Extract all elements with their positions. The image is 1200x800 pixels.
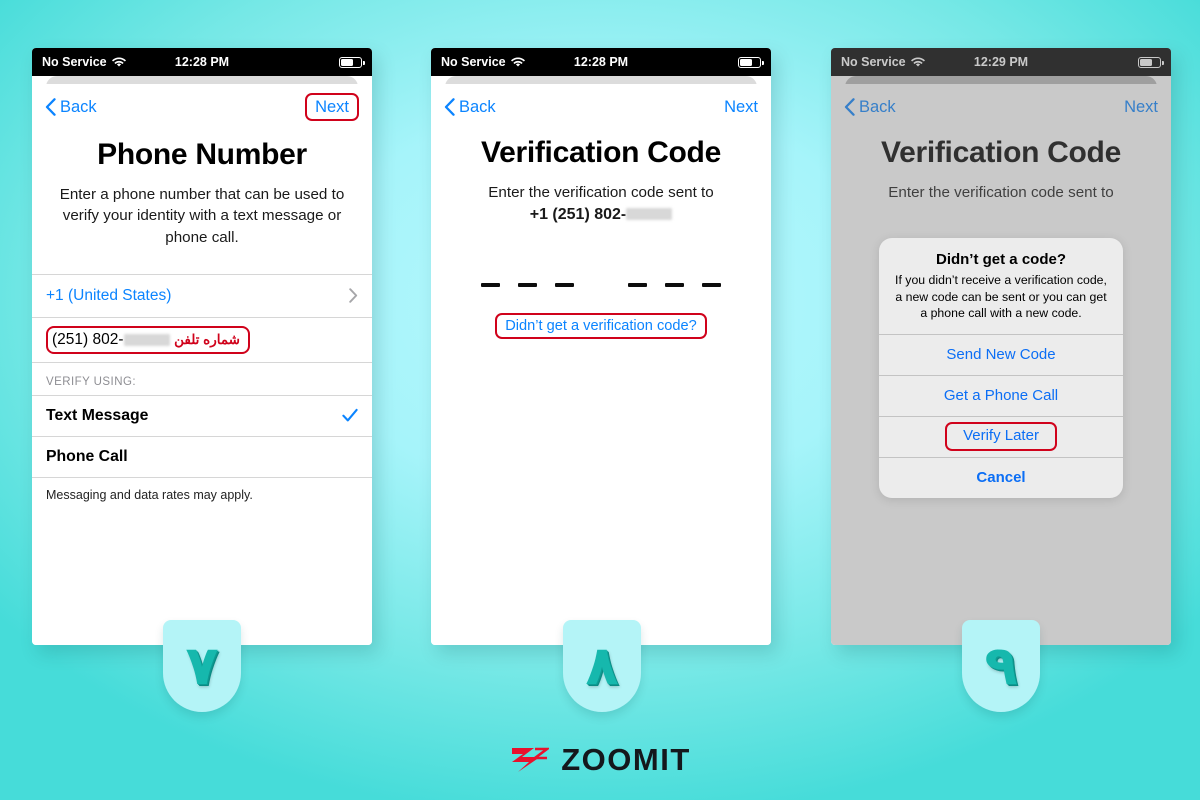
phone-device-1: No Service 12:28 PM Back Next Phone Numb… — [32, 48, 372, 645]
zoomit-z-mark-icon — [512, 747, 550, 772]
code-slot[interactable] — [481, 282, 500, 287]
alert-message: If you didn’t receive a verification cod… — [895, 273, 1107, 321]
step-number: ۹ — [984, 634, 1018, 697]
verify-later-label: Verify Later — [945, 422, 1057, 452]
back-label: Back — [859, 97, 896, 116]
wifi-icon — [510, 57, 525, 67]
battery-icon — [1138, 56, 1164, 68]
alert-title: Didn’t get a code? — [935, 251, 1066, 268]
phone-device-2: No Service 12:28 PM Back Next Verificati… — [431, 48, 771, 645]
back-button[interactable]: Back — [844, 98, 896, 117]
code-slot[interactable] — [665, 282, 684, 287]
chevron-left-icon — [844, 98, 855, 116]
page-title: Verification Code — [481, 136, 721, 169]
subtitle-text: Enter the verification code sent to — [488, 184, 714, 201]
cancel-button[interactable]: Cancel — [879, 458, 1123, 498]
get-phone-call-button[interactable]: Get a Phone Call — [879, 376, 1123, 416]
brand-name: ZOOMIT — [561, 742, 691, 777]
code-input-slots[interactable] — [431, 282, 771, 287]
verify-later-button[interactable]: Verify Later — [879, 417, 1123, 457]
modal-sheet: Back Next Verification Code Enter the ve… — [431, 84, 771, 645]
page-title: Verification Code — [881, 136, 1121, 169]
option-phone-call[interactable]: Phone Call — [32, 437, 372, 477]
phone-number-input[interactable]: (251) 802- شماره تلفن — [46, 325, 250, 354]
redacted-digits — [626, 208, 673, 221]
next-button[interactable]: Next — [305, 92, 359, 122]
step-number: ۷ — [185, 634, 219, 697]
wifi-icon — [111, 57, 126, 67]
page-subtitle: Enter the verification code sent to — [888, 184, 1114, 201]
phone-number-row[interactable]: (251) 802- شماره تلفن — [32, 318, 372, 362]
step-number: ۸ — [585, 634, 619, 697]
send-new-code-button[interactable]: Send New Code — [879, 335, 1123, 375]
option-text-message[interactable]: Text Message — [32, 396, 372, 436]
next-button[interactable]: Next — [724, 98, 758, 117]
status-right — [339, 56, 365, 68]
country-label: +1 (United States) — [46, 286, 172, 304]
section-header: VERIFY USING: — [46, 375, 136, 388]
page-subtitle: Enter the verification code sent to +1 (… — [431, 170, 771, 227]
code-slot[interactable] — [628, 282, 647, 287]
footer-logo: ZOOMIT — [0, 742, 1200, 778]
phone-device-3: No Service 12:29 PM Back Next Verificati… — [831, 48, 1171, 645]
back-label: Back — [60, 97, 97, 116]
back-button[interactable]: Back — [45, 98, 97, 117]
back-button[interactable]: Back — [444, 98, 496, 117]
status-left: No Service — [42, 55, 126, 69]
battery-icon — [738, 56, 764, 68]
back-label: Back — [459, 97, 496, 116]
status-bar: No Service 12:28 PM — [431, 48, 771, 76]
wifi-icon — [910, 57, 925, 67]
status-right — [738, 56, 764, 68]
option-label: Phone Call — [46, 447, 128, 465]
code-slot[interactable] — [518, 282, 537, 287]
option-label: Text Message — [46, 406, 149, 424]
didnt-get-code-alert: Didn’t get a code? If you didn’t receive… — [879, 238, 1123, 498]
chevron-left-icon — [45, 98, 56, 116]
phone-display: +1 (251) 802- — [455, 204, 747, 226]
country-selector-row[interactable]: +1 (United States) — [32, 275, 372, 317]
status-bar: No Service 12:29 PM — [831, 48, 1171, 76]
step-badge-2: ۸ — [563, 620, 641, 712]
status-left: No Service — [441, 55, 525, 69]
redacted-digits — [123, 333, 170, 346]
modal-sheet: Back Next Phone Number Enter a phone num… — [32, 84, 372, 645]
code-slot[interactable] — [555, 282, 574, 287]
carrier-label: No Service — [441, 55, 506, 69]
status-left: No Service — [841, 55, 925, 69]
status-bar: No Service 12:28 PM — [32, 48, 372, 76]
checkmark-icon — [342, 409, 358, 422]
didnt-get-code-link[interactable]: Didn’t get a verification code? — [495, 312, 707, 339]
chevron-left-icon — [444, 98, 455, 116]
alert-header: Didn’t get a code? If you didn’t receive… — [879, 238, 1123, 334]
footnote: Messaging and data rates may apply. — [46, 487, 253, 502]
code-slot[interactable] — [702, 282, 721, 287]
nav-bar: Back Next — [32, 84, 372, 130]
battery-icon — [339, 56, 365, 68]
next-button[interactable]: Next — [1124, 98, 1158, 117]
help-link-wrap: Didn’t get a verification code? — [431, 312, 771, 339]
phone-number-annotation-fa: شماره تلفن — [174, 331, 240, 347]
nav-bar: Back Next — [831, 84, 1171, 130]
phone-display-value: +1 (251) 802- — [529, 206, 627, 224]
carrier-label: No Service — [841, 55, 906, 69]
phone-number-value: (251) 802- — [52, 330, 124, 348]
chevron-right-icon — [349, 288, 358, 304]
carrier-label: No Service — [42, 55, 107, 69]
screenshot-canvas: No Service 12:28 PM Back Next Phone Numb… — [0, 0, 1200, 800]
nav-bar: Back Next — [431, 84, 771, 130]
status-right — [1138, 56, 1164, 68]
page-title: Phone Number — [97, 138, 307, 171]
page-subtitle: Enter a phone number that can be used to… — [59, 186, 345, 246]
step-badge-3: ۹ — [962, 620, 1040, 712]
form-rows: +1 (United States) (251) 802- شماره تلفن… — [32, 273, 372, 502]
step-badge-1: ۷ — [163, 620, 241, 712]
